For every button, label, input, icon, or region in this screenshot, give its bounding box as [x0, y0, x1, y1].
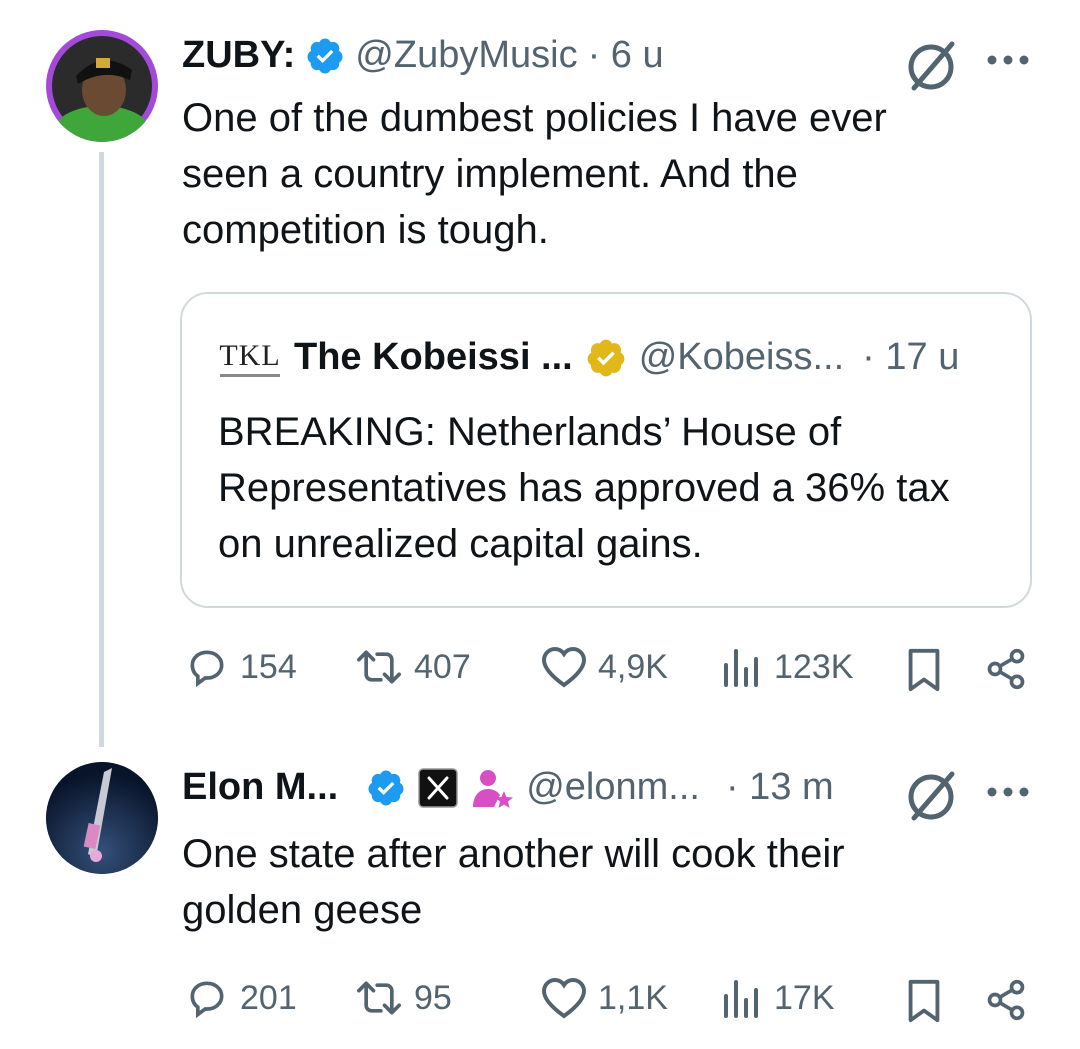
quote-author-name[interactable]: The Kobeissi ...	[294, 336, 573, 379]
like-button[interactable]: 1,1K	[540, 976, 668, 1020]
tweet1-text: One of the dumbest policies I have ever …	[182, 90, 1042, 258]
kobeissi-logo: TKL	[218, 339, 282, 377]
more-options-icon[interactable]	[986, 782, 1030, 802]
repost-count: 407	[414, 647, 471, 686]
avatar-image	[46, 762, 158, 874]
heart-icon	[540, 976, 588, 1020]
tweet2-line-1: One state after another will cook their	[182, 832, 845, 876]
verified-badge-icon	[366, 768, 406, 808]
grok-icon[interactable]	[902, 36, 960, 94]
person-star-icon	[470, 767, 514, 809]
heart-icon	[540, 645, 588, 689]
like-count: 1,1K	[598, 978, 668, 1017]
kobeissi-logo-text: TKL	[219, 338, 281, 372]
views-count: 123K	[774, 647, 854, 686]
reply-button[interactable]: 201	[184, 976, 297, 1020]
views-chart-icon	[720, 976, 764, 1020]
tweet1-line-1: One of the dumbest policies I have ever	[182, 96, 887, 140]
thread-line	[99, 152, 104, 747]
share-icon[interactable]	[984, 647, 1028, 691]
avatar-elon[interactable]	[46, 762, 158, 874]
more-options-icon[interactable]	[986, 50, 1030, 70]
like-count: 4,9K	[598, 647, 668, 686]
x-logo-icon	[418, 767, 458, 808]
quote-time[interactable]: · 17 u	[862, 336, 959, 379]
share-icon[interactable]	[984, 978, 1028, 1022]
repost-button[interactable]: 407	[354, 645, 471, 689]
verified-gold-badge-icon	[585, 337, 627, 379]
quote-line-3: on unrealized capital gains.	[218, 522, 703, 566]
views-chart-icon	[720, 645, 764, 689]
reply-count: 154	[240, 647, 297, 686]
repost-icon	[354, 976, 404, 1020]
reply-button[interactable]: 154	[184, 645, 297, 689]
author-name[interactable]: Elon M...	[182, 766, 338, 809]
like-button[interactable]: 4,9K	[540, 645, 668, 689]
quote-author-handle[interactable]: @Kobeiss...	[639, 336, 844, 379]
reply-icon	[184, 976, 230, 1020]
bookmark-icon[interactable]	[904, 978, 944, 1024]
tweet-time[interactable]: · 6 u	[588, 34, 664, 77]
views-button[interactable]: 17K	[720, 976, 835, 1020]
reply-count: 201	[240, 978, 297, 1017]
tweet2-line-2: golden geese	[182, 888, 423, 932]
reply-icon	[184, 645, 230, 689]
grok-icon[interactable]	[902, 766, 960, 824]
author-handle[interactable]: @elonm...	[526, 766, 700, 809]
views-count: 17K	[774, 978, 835, 1017]
tweet1-header: ZUBY: @ZubyMusic · 6 u	[182, 34, 664, 77]
views-button[interactable]: 123K	[720, 645, 853, 689]
author-name[interactable]: ZUBY:	[182, 34, 295, 77]
quote-line-1: BREAKING: Netherlands’ House of	[218, 410, 842, 454]
author-handle[interactable]: @ZubyMusic	[355, 34, 577, 77]
bookmark-icon[interactable]	[904, 647, 944, 693]
quoted-tweet[interactable]: TKL The Kobeissi ... @Kobeiss... · 17 u …	[180, 292, 1032, 608]
verified-badge-icon	[305, 36, 345, 76]
quote-text: BREAKING: Netherlands’ House of Represen…	[218, 404, 1008, 572]
tweet2-text: One state after another will cook their …	[182, 826, 1042, 938]
repost-icon	[354, 645, 404, 689]
tweet1-actions: 154 407 4,9K 123K	[184, 645, 1030, 695]
repost-count: 95	[414, 978, 452, 1017]
tweet2-header: Elon M... @elonm... · 13 m	[182, 766, 834, 809]
tweet2-actions: 201 95 1,1K 17K	[184, 976, 1030, 1026]
tweet1-line-2: seen a country implement. And the	[182, 152, 798, 196]
quote-header: TKL The Kobeissi ... @Kobeiss... · 17 u	[218, 336, 959, 379]
tweet1-line-3: competition is tough.	[182, 208, 549, 252]
quote-line-2: Representatives has approved a 36% tax	[218, 466, 950, 510]
avatar-zuby[interactable]	[46, 30, 158, 142]
tweet-time[interactable]: · 13 m	[726, 766, 834, 809]
avatar-image	[52, 36, 152, 142]
repost-button[interactable]: 95	[354, 976, 452, 1020]
